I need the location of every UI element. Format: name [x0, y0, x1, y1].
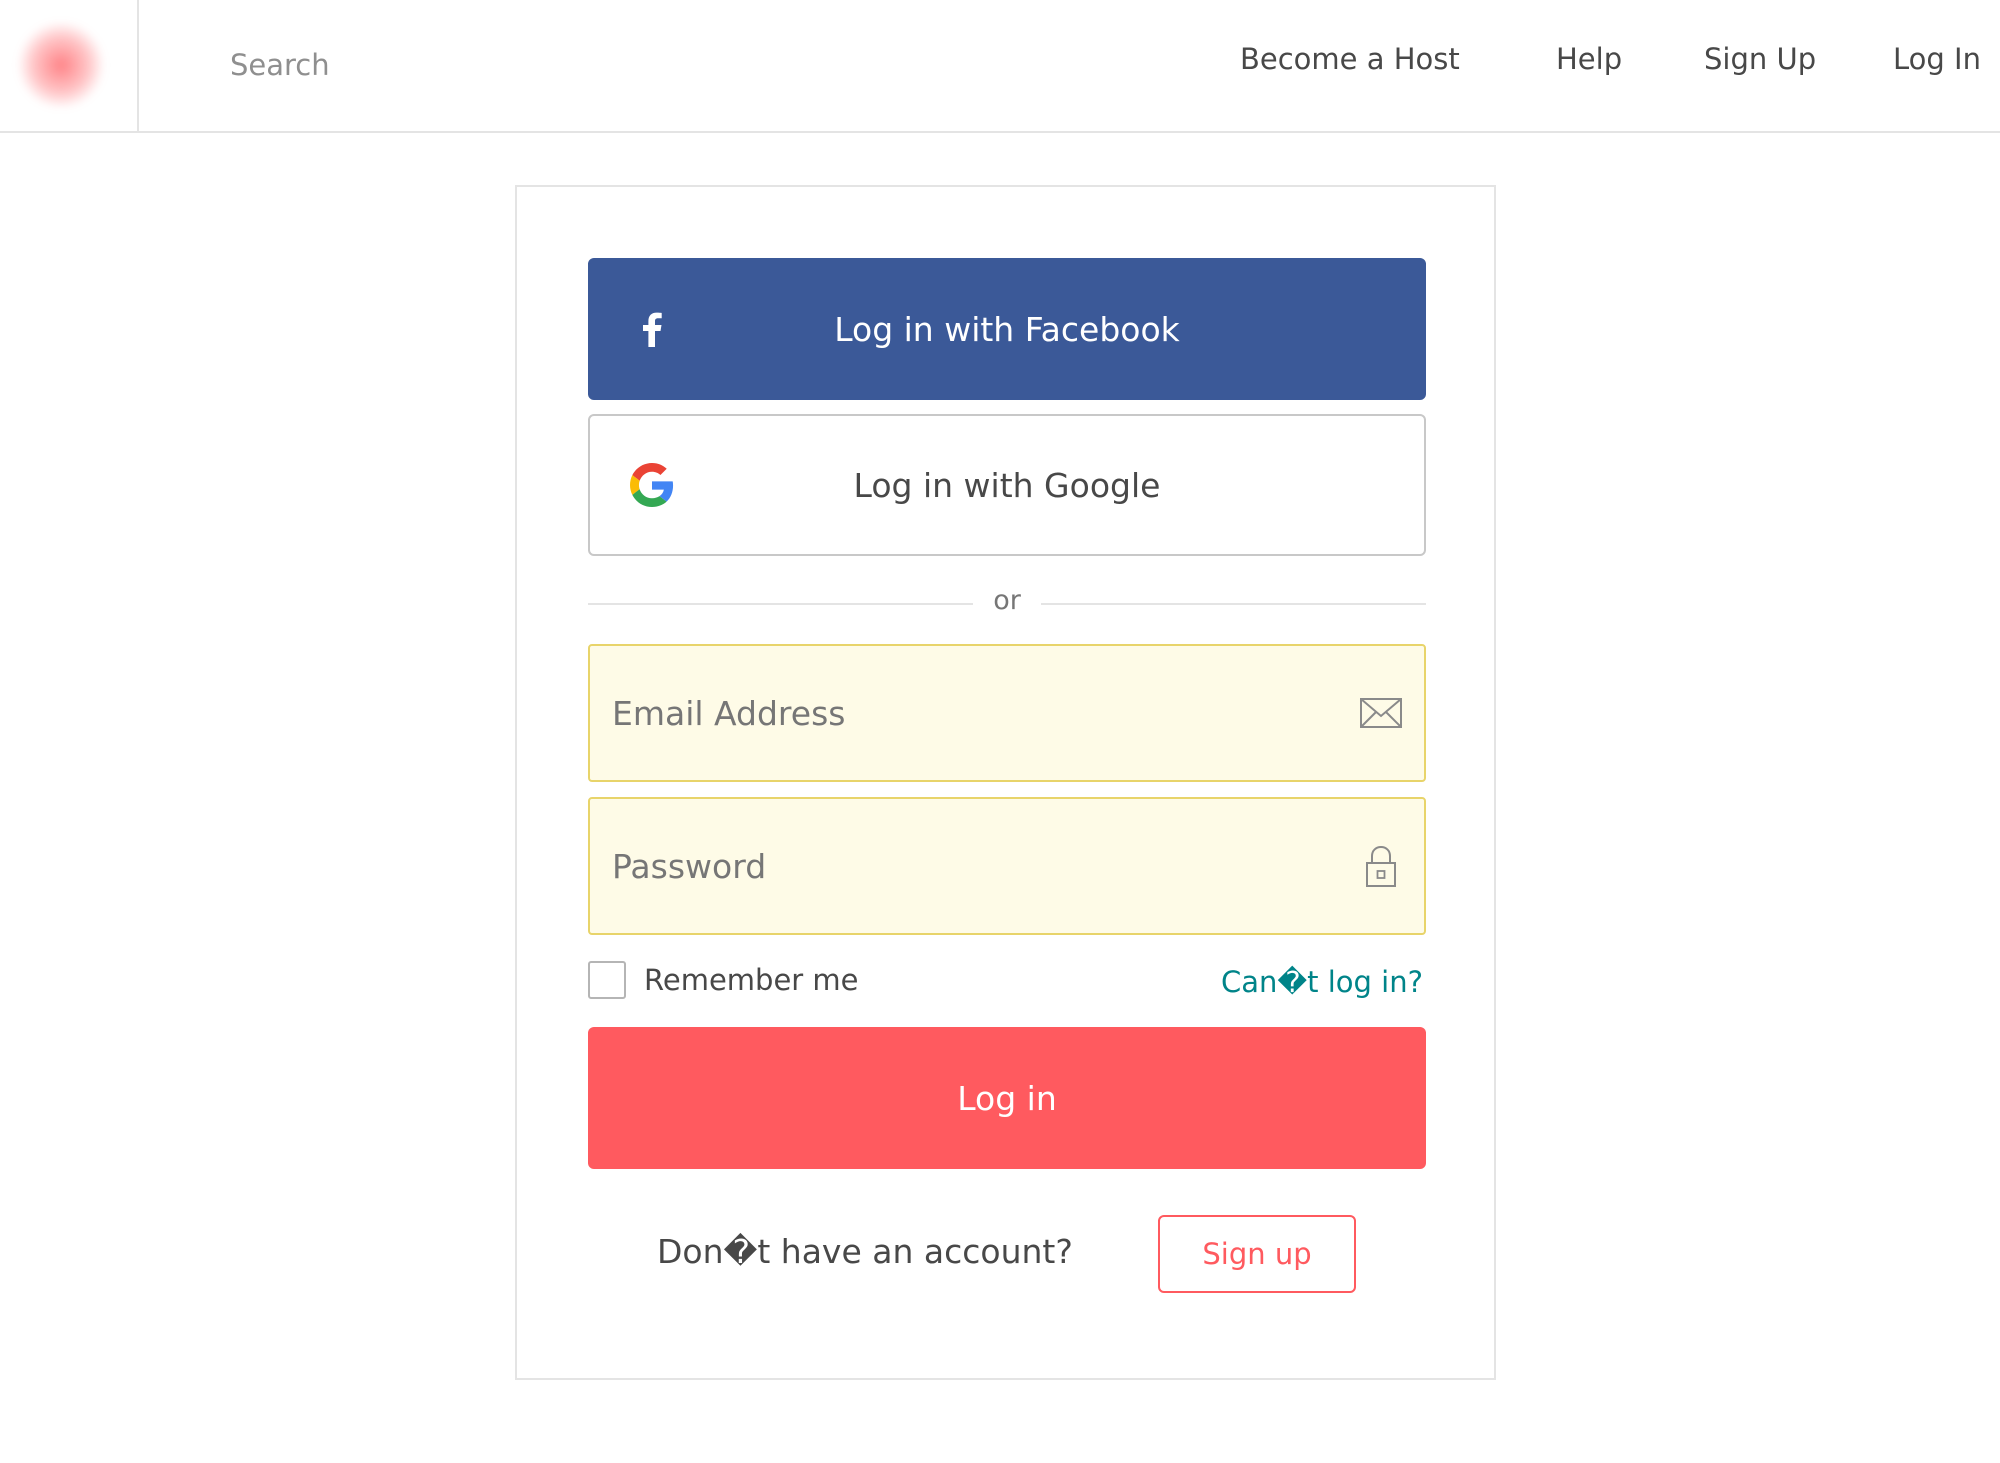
- facebook-login-label: Log in with Facebook: [834, 309, 1180, 349]
- nav-help-link[interactable]: Help: [1556, 42, 1622, 76]
- no-account-text: Don�t have an account?: [657, 1232, 1073, 1271]
- nav-sign-up-link[interactable]: Sign Up: [1704, 42, 1816, 76]
- facebook-icon: [630, 307, 674, 351]
- facebook-login-button[interactable]: Log in with Facebook: [588, 258, 1426, 400]
- logo-container[interactable]: [0, 0, 139, 131]
- google-login-label: Log in with Google: [853, 465, 1161, 505]
- divider-text: or: [993, 585, 1021, 616]
- remember-me-label[interactable]: Remember me: [644, 963, 859, 997]
- password-field-container: [588, 797, 1426, 935]
- remember-me-row: Remember me: [588, 960, 859, 1000]
- brand-logo-icon[interactable]: [18, 22, 104, 108]
- remember-me-checkbox[interactable]: [588, 961, 626, 999]
- email-field[interactable]: [612, 646, 1312, 780]
- google-icon: [630, 463, 674, 507]
- nav-become-host-link[interactable]: Become a Host: [1240, 42, 1460, 76]
- cant-log-in-link[interactable]: Can�t log in?: [1221, 965, 1423, 999]
- search-input[interactable]: [230, 40, 750, 90]
- password-field[interactable]: [612, 799, 1312, 933]
- top-navigation-bar: Become a Host Help Sign Up Log In: [0, 0, 2000, 133]
- email-field-container: [588, 644, 1426, 782]
- google-login-button[interactable]: Log in with Google: [588, 414, 1426, 556]
- sign-up-button[interactable]: Sign up: [1158, 1215, 1356, 1293]
- lock-icon: [1358, 843, 1404, 889]
- or-divider: or: [588, 583, 1426, 623]
- nav-log-in-link[interactable]: Log In: [1893, 42, 1981, 76]
- envelope-icon: [1358, 690, 1404, 736]
- divider-line-right: [1041, 603, 1426, 605]
- log-in-button[interactable]: Log in: [588, 1027, 1426, 1169]
- login-card: Log in with Facebook Log in with Google …: [515, 185, 1496, 1380]
